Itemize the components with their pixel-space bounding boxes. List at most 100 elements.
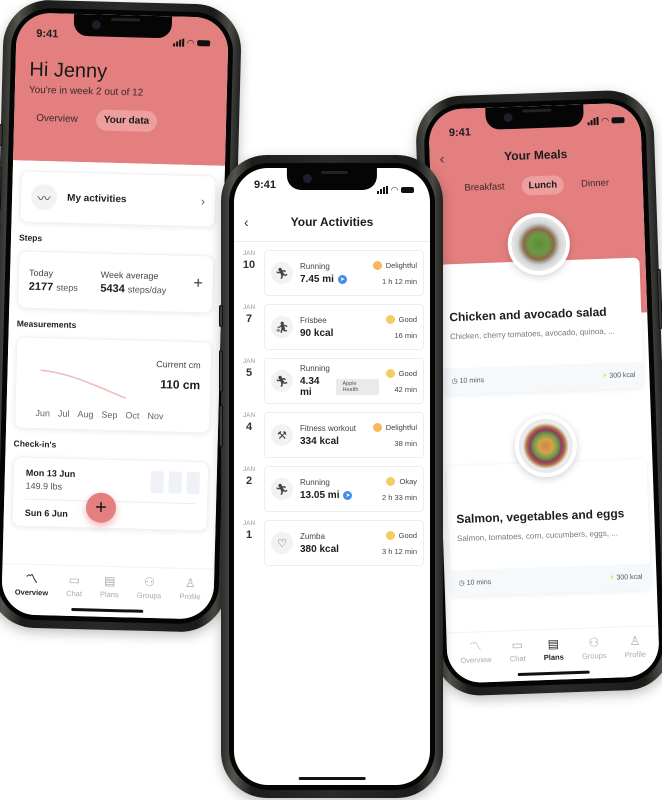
meal-photo xyxy=(506,212,571,277)
activity-mood: Delightful xyxy=(385,260,417,270)
groups-icon: ⚇ xyxy=(588,635,600,650)
activities-screen: 9:41 ◠ ‹ Your Activities JAN 10 🏃︎ Running 7… xyxy=(234,168,430,785)
running-icon: 🏃︎ xyxy=(271,370,293,392)
activity-name: Fitness workout xyxy=(300,423,357,433)
mood-emoji-icon xyxy=(385,368,395,378)
bolt-icon: ⚡ xyxy=(609,574,615,582)
activity-card[interactable]: ♡ Zumba 380 kcal Good 3 h 12 min xyxy=(264,520,424,566)
activity-value: 334 kcal xyxy=(300,435,339,447)
tab-plans-nav[interactable]: ▤ Plans xyxy=(543,636,564,663)
measurement-chart xyxy=(40,369,127,400)
activity-date: JAN 1 xyxy=(240,520,258,566)
running-icon: 🏃︎ xyxy=(271,262,293,284)
measurement-line xyxy=(40,369,127,400)
activity-duration: 42 min xyxy=(394,384,417,394)
activity-card[interactable]: 🏃︎ Running 4.34 mi Apple Health Good 42 min xyxy=(264,358,424,404)
dumbbell-icon: ⚒ xyxy=(271,424,293,446)
activity-month: JAN xyxy=(242,466,256,473)
profile-icon: ♙ xyxy=(184,575,196,591)
tab-plans-nav[interactable]: ▤ Plans xyxy=(100,574,119,599)
meal-description: Salmon, tomatoes, corn, cucumbers, eggs,… xyxy=(456,528,619,544)
month-label: Jul xyxy=(57,408,70,419)
tab-lunch[interactable]: Lunch xyxy=(521,175,565,196)
signal-icon xyxy=(587,116,599,126)
bolt-icon: ⚡ xyxy=(602,372,608,380)
meal-photo xyxy=(513,413,578,479)
back-button[interactable]: ‹ xyxy=(244,214,249,230)
month-label: Oct xyxy=(125,410,140,421)
activity-day: 4 xyxy=(245,421,253,433)
activity-row: JAN 10 🏃︎ Running 7.45 mi ➤ Delightful 1 h 12 m… xyxy=(240,250,424,296)
activity-row: JAN 1 ♡ Zumba 380 kcal Good 3 h 12 min xyxy=(240,520,424,566)
checkins-section-title: Check-in's xyxy=(13,438,57,450)
my-activities-label: My activities xyxy=(66,192,127,205)
activity-duration: 2 h 33 min xyxy=(381,492,417,502)
steps-section-title: Steps xyxy=(18,232,43,244)
page-title: Your Meals xyxy=(503,147,568,164)
tab-breakfast[interactable]: Breakfast xyxy=(457,177,512,198)
tab-overview-nav[interactable]: 〽 Overview xyxy=(460,639,492,665)
volume-up-button xyxy=(0,166,2,211)
month-label: Nov xyxy=(147,410,164,422)
activity-card[interactable]: 🏃︎ Running 7.45 mi ➤ Delightful 1 h 12 min xyxy=(264,250,424,296)
activity-value: 380 kcal xyxy=(300,543,339,555)
tab-overview[interactable]: Overview xyxy=(28,108,86,131)
activity-row: JAN 2 🏃︎ Running 13.05 mi ➤ Okay 2 h 33 min xyxy=(240,466,424,512)
tab-chat-nav[interactable]: ▭ Chat xyxy=(509,638,526,663)
meal-description: Chicken, cherry tomatoes, avocado, quino… xyxy=(449,326,616,342)
tab-groups-nav[interactable]: ⚇ Groups xyxy=(137,575,162,600)
month-axis: Jun Jul Aug Sep Oct Nov xyxy=(35,408,163,421)
overview-screen: 9:41 ◠ Hi Jenny You're in week 2 out of … xyxy=(1,12,229,620)
meal-card[interactable]: Salmon, vegetables and eggs Salmon, toma… xyxy=(446,413,651,597)
meal-time: 10 mins xyxy=(466,578,492,587)
steps-card: Today 2177 steps Week average 5434 steps… xyxy=(17,250,215,314)
activity-value: 90 kcal xyxy=(300,327,334,339)
activity-duration: 3 h 12 min xyxy=(381,546,417,556)
today-steps-value: 2177 xyxy=(28,280,54,293)
activity-name: Frisbee xyxy=(300,315,327,325)
activity-card[interactable]: ⛹︎ Frisbee 90 kcal Good 16 min xyxy=(264,304,424,350)
overview-icon: 〽 xyxy=(469,639,482,654)
meal-name: Chicken and avocado salad xyxy=(449,304,607,325)
mood-emoji-icon xyxy=(372,260,382,270)
tab-dinner[interactable]: Dinner xyxy=(574,173,617,193)
today-steps-unit: steps xyxy=(56,281,78,293)
my-activities-card[interactable]: 〰 My activities › xyxy=(19,170,217,228)
activity-row: JAN 5 🏃︎ Running 4.34 mi Apple Health Good 42 m… xyxy=(240,358,424,404)
activity-value: 13.05 mi xyxy=(300,489,340,501)
status-time: 9:41 xyxy=(36,27,59,41)
month-label: Jun xyxy=(35,407,51,419)
activity-card[interactable]: 🏃︎ Running 13.05 mi ➤ Okay 2 h 33 min xyxy=(264,466,424,512)
volume-down-button xyxy=(219,405,223,447)
tab-chat-nav[interactable]: ▭ Chat xyxy=(66,572,82,598)
activity-value: 4.34 mi xyxy=(300,376,320,398)
battery-icon xyxy=(197,40,211,47)
tab-groups-nav[interactable]: ⚇ Groups xyxy=(581,635,607,661)
meal-card[interactable]: Chicken and avocado salad Chicken, cherr… xyxy=(439,212,644,395)
activity-date: JAN 4 xyxy=(240,412,258,458)
activity-day: 5 xyxy=(245,367,253,379)
current-cm-label: Current cm xyxy=(156,359,201,371)
week-average-value: 5434 xyxy=(100,282,125,295)
activity-wave-icon: 〰 xyxy=(30,183,58,211)
overview-header: 9:41 ◠ Hi Jenny You're in week 2 out of … xyxy=(13,12,229,166)
add-steps-button[interactable]: + xyxy=(193,275,203,293)
tab-profile-nav[interactable]: ♙ Profile xyxy=(624,634,647,660)
mute-switch xyxy=(219,305,223,327)
signal-icon xyxy=(377,186,389,194)
home-indicator xyxy=(517,670,590,677)
chat-icon: ▭ xyxy=(68,572,81,588)
activity-row: JAN 7 ⛹︎ Frisbee 90 kcal Good 16 min xyxy=(240,304,424,350)
measurements-card[interactable]: Current cm 110 cm Jun Jul Aug Sep Oct No… xyxy=(14,336,213,434)
overview-icon: 〽 xyxy=(25,571,38,587)
tab-profile-nav[interactable]: ♙ Profile xyxy=(179,575,201,601)
tab-your-data[interactable]: Your data xyxy=(95,109,158,133)
activity-duration: 38 min xyxy=(394,438,417,448)
tab-overview-nav[interactable]: 〽 Overview xyxy=(15,571,49,598)
plans-icon: ▤ xyxy=(547,636,560,652)
back-button[interactable]: ‹ xyxy=(439,150,444,166)
mood-emoji-icon xyxy=(372,422,382,432)
mood-emoji-icon xyxy=(385,530,395,540)
home-indicator xyxy=(71,607,144,613)
activity-card[interactable]: ⚒ Fitness workout 334 kcal Delightful 38 min xyxy=(264,412,424,458)
